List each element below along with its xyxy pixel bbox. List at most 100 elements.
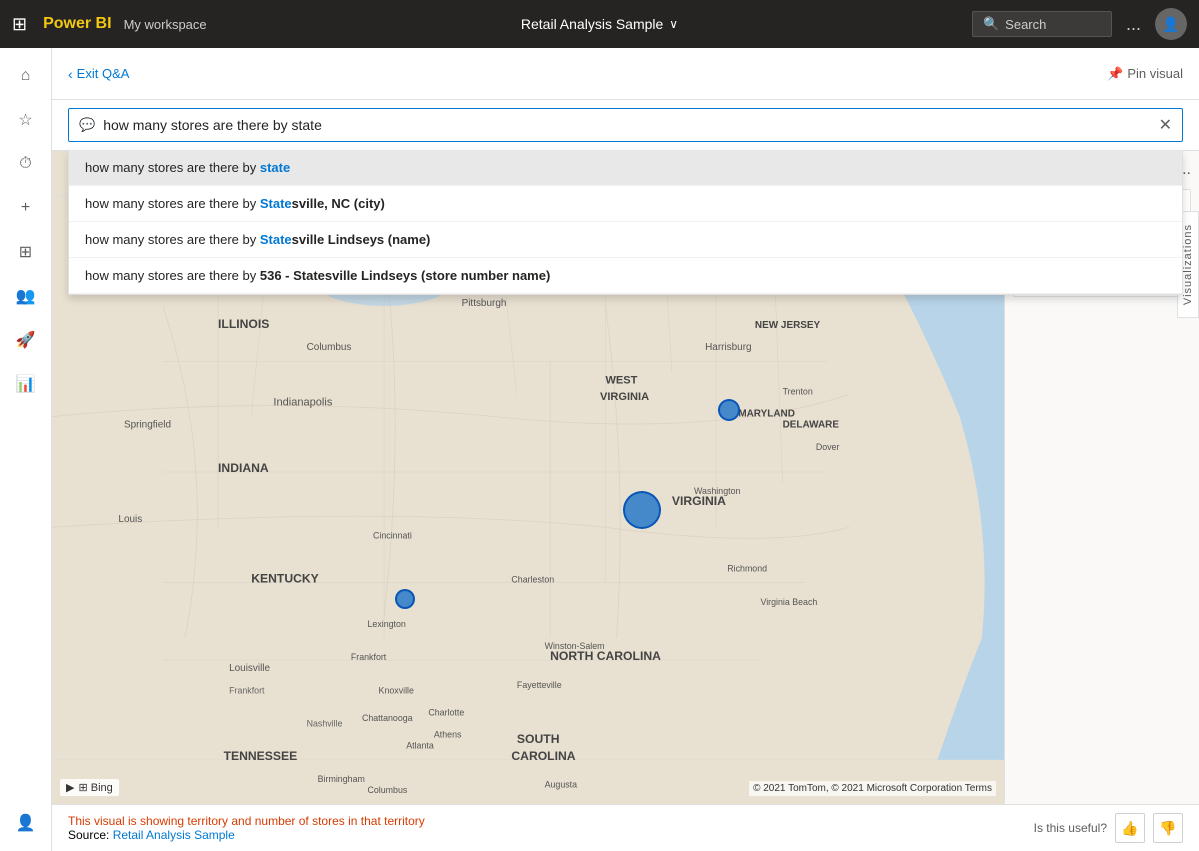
suggestion-highlight-2: State: [260, 232, 292, 247]
svg-text:Athens: Athens: [434, 730, 462, 740]
bottom-line1-text: This visual is showing territory and num…: [68, 814, 425, 828]
main-area: ‹ Exit Q&A 📌 Pin visual 💬 ✕ how many sto…: [52, 48, 1199, 851]
qa-suggestions-dropdown: how many stores are there by state how m…: [68, 150, 1183, 295]
svg-text:VIRGINIA: VIRGINIA: [672, 494, 726, 508]
suggestion-bold-1: sville, NC (city): [292, 196, 385, 211]
sidebar-item-learn[interactable]: 🚀: [6, 320, 46, 360]
qa-input-wrapper: 💬 ✕: [68, 108, 1183, 142]
sidebar-item-profile[interactable]: 👤: [6, 803, 46, 843]
svg-text:Chattanooga: Chattanooga: [362, 713, 413, 723]
pin-icon: 📌: [1107, 66, 1123, 82]
svg-text:Fayetteville: Fayetteville: [517, 680, 562, 690]
sidebar-item-create[interactable]: +: [6, 188, 46, 228]
source-link[interactable]: Retail Analysis Sample: [113, 828, 235, 842]
title-chevron-icon[interactable]: ∨: [669, 17, 678, 31]
svg-text:Winston-Salem: Winston-Salem: [545, 641, 605, 651]
sidebar-item-apps[interactable]: ⊞: [6, 232, 46, 272]
svg-text:Virginia Beach: Virginia Beach: [760, 597, 817, 607]
svg-text:Frankfort: Frankfort: [351, 652, 387, 662]
more-options-icon[interactable]: ...: [1120, 14, 1147, 35]
sidebar-item-shared[interactable]: 👥: [6, 276, 46, 316]
bing-label: ⊞ Bing: [78, 781, 112, 794]
svg-text:Lexington: Lexington: [367, 619, 405, 629]
svg-text:Trenton: Trenton: [783, 386, 813, 396]
thumbs-up-icon: 👍: [1121, 820, 1138, 837]
svg-text:Dover: Dover: [816, 442, 840, 452]
suggestion-item-1[interactable]: how many stores are there by Statesville…: [69, 186, 1182, 222]
grid-menu-icon[interactable]: ⊞: [12, 14, 27, 35]
svg-text:WEST: WEST: [605, 374, 637, 386]
bottom-line2: Source: Retail Analysis Sample: [68, 828, 425, 842]
chat-icon: 💬: [79, 117, 95, 133]
report-title-text: Retail Analysis Sample: [521, 16, 663, 32]
suggestion-item-3[interactable]: how many stores are there by 536 - State…: [69, 258, 1182, 294]
suggestion-highlight-1: State: [260, 196, 292, 211]
svg-text:TENNESSEE: TENNESSEE: [224, 749, 298, 763]
back-arrow-icon: ‹: [68, 66, 73, 82]
clear-input-button[interactable]: ✕: [1159, 115, 1172, 135]
thumbs-down-button[interactable]: 👎: [1153, 813, 1183, 843]
svg-text:Springfield: Springfield: [124, 420, 171, 431]
svg-text:Charleston: Charleston: [511, 575, 554, 585]
exit-qa-button[interactable]: ‹ Exit Q&A: [68, 66, 129, 82]
top-nav: ⊞ Power BI My workspace Retail Analysis …: [0, 0, 1199, 48]
copyright-text: © 2021 TomTom, © 2021 Microsoft Corporat…: [749, 781, 996, 796]
qa-search-input[interactable]: [103, 117, 1150, 133]
left-sidebar: ⌂ ☆ ⏱ + ⊞ 👥 🚀 📊 👤: [0, 48, 52, 851]
suggestion-highlight-0: state: [260, 160, 290, 175]
workspace-label[interactable]: My workspace: [124, 17, 207, 32]
svg-text:DELAWARE: DELAWARE: [783, 420, 840, 431]
suggestion-item-2[interactable]: how many stores are there by Statesville…: [69, 222, 1182, 258]
map-bubble-nc[interactable]: [623, 491, 661, 529]
svg-text:Cincinnati: Cincinnati: [373, 530, 412, 540]
svg-text:Harrisburg: Harrisburg: [705, 342, 751, 353]
qa-search-container: 💬 ✕ how many stores are there by state h…: [52, 100, 1199, 151]
svg-text:ILLINOIS: ILLINOIS: [218, 317, 269, 331]
qa-bar: ‹ Exit Q&A 📌 Pin visual: [52, 48, 1199, 100]
suggestion-bold-2: sville Lindseys (name): [292, 232, 431, 247]
thumbs-down-icon: 👎: [1159, 820, 1176, 837]
svg-text:Louisville: Louisville: [229, 663, 270, 674]
svg-text:INDIANA: INDIANA: [218, 461, 269, 475]
svg-text:Louis: Louis: [118, 514, 142, 525]
pin-label: Pin visual: [1127, 66, 1183, 81]
svg-text:Indianapolis: Indianapolis: [273, 397, 332, 409]
svg-text:Nashville: Nashville: [307, 719, 343, 729]
svg-text:NEW JERSEY: NEW JERSEY: [755, 320, 821, 331]
bing-watermark: ▶ ⊞ Bing: [60, 779, 119, 796]
svg-text:Columbus: Columbus: [307, 342, 352, 353]
user-avatar[interactable]: 👤: [1155, 8, 1187, 40]
report-title: Retail Analysis Sample ∨: [521, 16, 678, 32]
thumbs-up-button[interactable]: 👍: [1115, 813, 1145, 843]
svg-text:MARYLAND: MARYLAND: [738, 409, 795, 420]
sidebar-item-favorites[interactable]: ☆: [6, 100, 46, 140]
svg-text:Birmingham: Birmingham: [318, 774, 365, 784]
global-search-box[interactable]: 🔍 Search: [972, 11, 1112, 37]
bing-icon: ▶: [66, 781, 74, 794]
svg-text:Atlanta: Atlanta: [406, 741, 434, 751]
svg-text:Pittsburgh: Pittsburgh: [462, 298, 507, 309]
svg-text:Columbus: Columbus: [367, 785, 407, 795]
bottom-description: This visual is showing territory and num…: [68, 814, 425, 842]
svg-text:Augusta: Augusta: [545, 779, 578, 789]
svg-text:Knoxville: Knoxville: [379, 685, 414, 695]
sidebar-item-recent[interactable]: ⏱: [6, 144, 46, 184]
source-label: Source:: [68, 828, 113, 842]
bottom-bar: This visual is showing territory and num…: [52, 804, 1199, 851]
powerbi-logo: Power BI: [43, 15, 111, 33]
avatar-icon: 👤: [1162, 16, 1179, 33]
suggestion-item-0[interactable]: how many stores are there by state: [69, 150, 1182, 186]
svg-text:SOUTH: SOUTH: [517, 732, 560, 746]
pin-visual-button[interactable]: 📌 Pin visual: [1107, 66, 1183, 82]
svg-text:Frankfort: Frankfort: [229, 685, 265, 695]
sidebar-item-metrics[interactable]: 📊: [6, 364, 46, 404]
svg-text:Richmond: Richmond: [727, 564, 767, 574]
svg-text:Washington: Washington: [694, 486, 740, 496]
sidebar-item-home[interactable]: ⌂: [6, 56, 46, 96]
svg-text:VIRGINIA: VIRGINIA: [600, 391, 649, 403]
map-bubble-al[interactable]: [395, 589, 415, 609]
useful-label: Is this useful?: [1034, 821, 1107, 835]
svg-text:NORTH CAROLINA: NORTH CAROLINA: [550, 649, 661, 663]
exit-qa-label: Exit Q&A: [77, 66, 130, 81]
suggestion-bold-3: 536 - Statesville Lindseys (store number…: [260, 268, 550, 283]
